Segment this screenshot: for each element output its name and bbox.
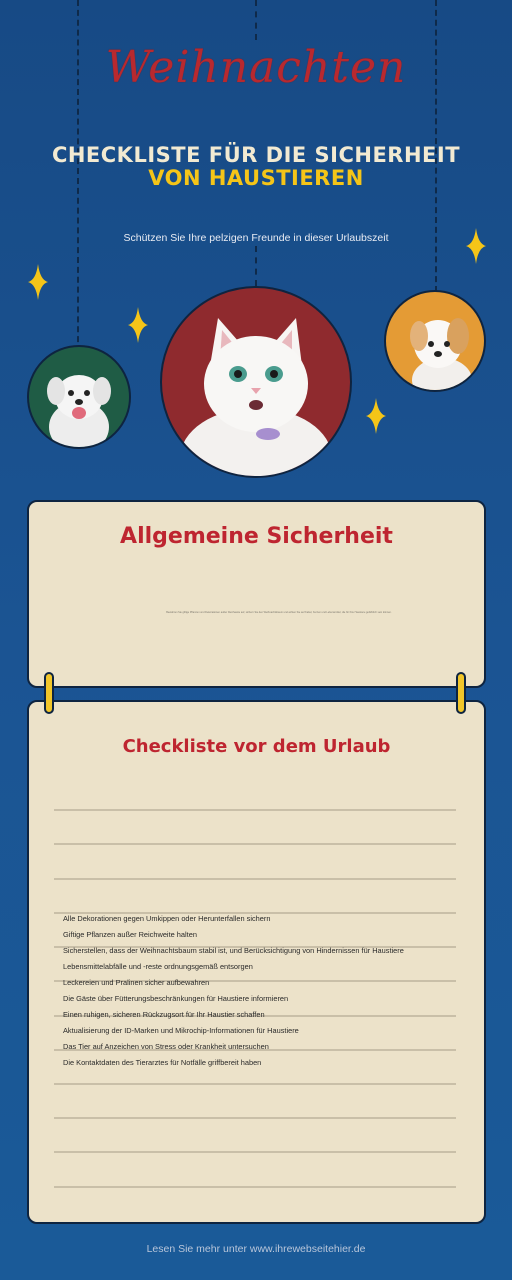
checklist-title: Checkliste vor dem Urlaub bbox=[122, 736, 391, 757]
footer-text: Lesen Sie mehr unter www.ihrewebseitehie… bbox=[146, 1243, 366, 1255]
cat-image-center bbox=[160, 286, 352, 478]
general-safety-body: Bewahren Sie giftige Pflanzen und Dekora… bbox=[166, 611, 392, 614]
ruled-line bbox=[54, 878, 456, 880]
binder-peg-left bbox=[44, 672, 54, 714]
sparkle-icon bbox=[28, 264, 48, 300]
checklist: Alle Dekorationen gegen Umkippen oder He… bbox=[63, 912, 463, 1072]
list-item: Lebensmittelabfälle und -reste ordnungsg… bbox=[63, 962, 253, 971]
general-safety-title: Allgemeine Sicherheit bbox=[120, 524, 393, 549]
ruled-line bbox=[54, 809, 456, 811]
main-title-line2: VON HAUSTIEREN bbox=[148, 166, 364, 190]
puppy-image-left bbox=[27, 345, 131, 449]
sparkle-icon bbox=[128, 307, 148, 343]
ruled-line bbox=[54, 843, 456, 845]
main-title-line1: CHECKLISTE FÜR DIE SICHERHEIT bbox=[51, 143, 461, 167]
ornament-string bbox=[255, 246, 257, 286]
list-item: Sicherstellen, dass der Weihnachtsbaum s… bbox=[63, 946, 404, 955]
list-item: Aktualisierung der ID-Marken und Mikroch… bbox=[63, 1026, 299, 1035]
list-item: Das Tier auf Anzeichen von Stress oder K… bbox=[63, 1042, 269, 1051]
list-item: Die Kontaktdaten des Tierarztes für Notf… bbox=[63, 1058, 262, 1067]
subtitle: Schützen Sie Ihre pelzigen Freunde in di… bbox=[123, 232, 389, 244]
ruled-line bbox=[54, 1151, 456, 1153]
list-item: Leckereien und Pralinen sicher aufbewahr… bbox=[63, 978, 210, 987]
ruled-line bbox=[54, 1083, 456, 1085]
binder-peg-right bbox=[456, 672, 466, 714]
ruled-line bbox=[54, 1117, 456, 1119]
list-item: Die Gäste über Fütterungsbeschränkungen … bbox=[63, 994, 289, 1003]
ruled-line bbox=[54, 1186, 456, 1188]
script-title: Weihnachten bbox=[105, 42, 407, 93]
sparkle-icon bbox=[466, 228, 486, 264]
sparkle-icon bbox=[366, 398, 386, 434]
list-item: Alle Dekorationen gegen Umkippen oder He… bbox=[63, 914, 271, 923]
list-item: Einen ruhigen, sicheren Rückzugsort für … bbox=[63, 1010, 265, 1019]
general-safety-card: Allgemeine Sicherheit Bewahren Sie gifti… bbox=[27, 500, 486, 688]
puppy-image-right bbox=[384, 290, 486, 392]
list-item: Giftige Pflanzen außer Reichweite halten bbox=[63, 930, 197, 939]
ornament-string bbox=[255, 0, 257, 40]
